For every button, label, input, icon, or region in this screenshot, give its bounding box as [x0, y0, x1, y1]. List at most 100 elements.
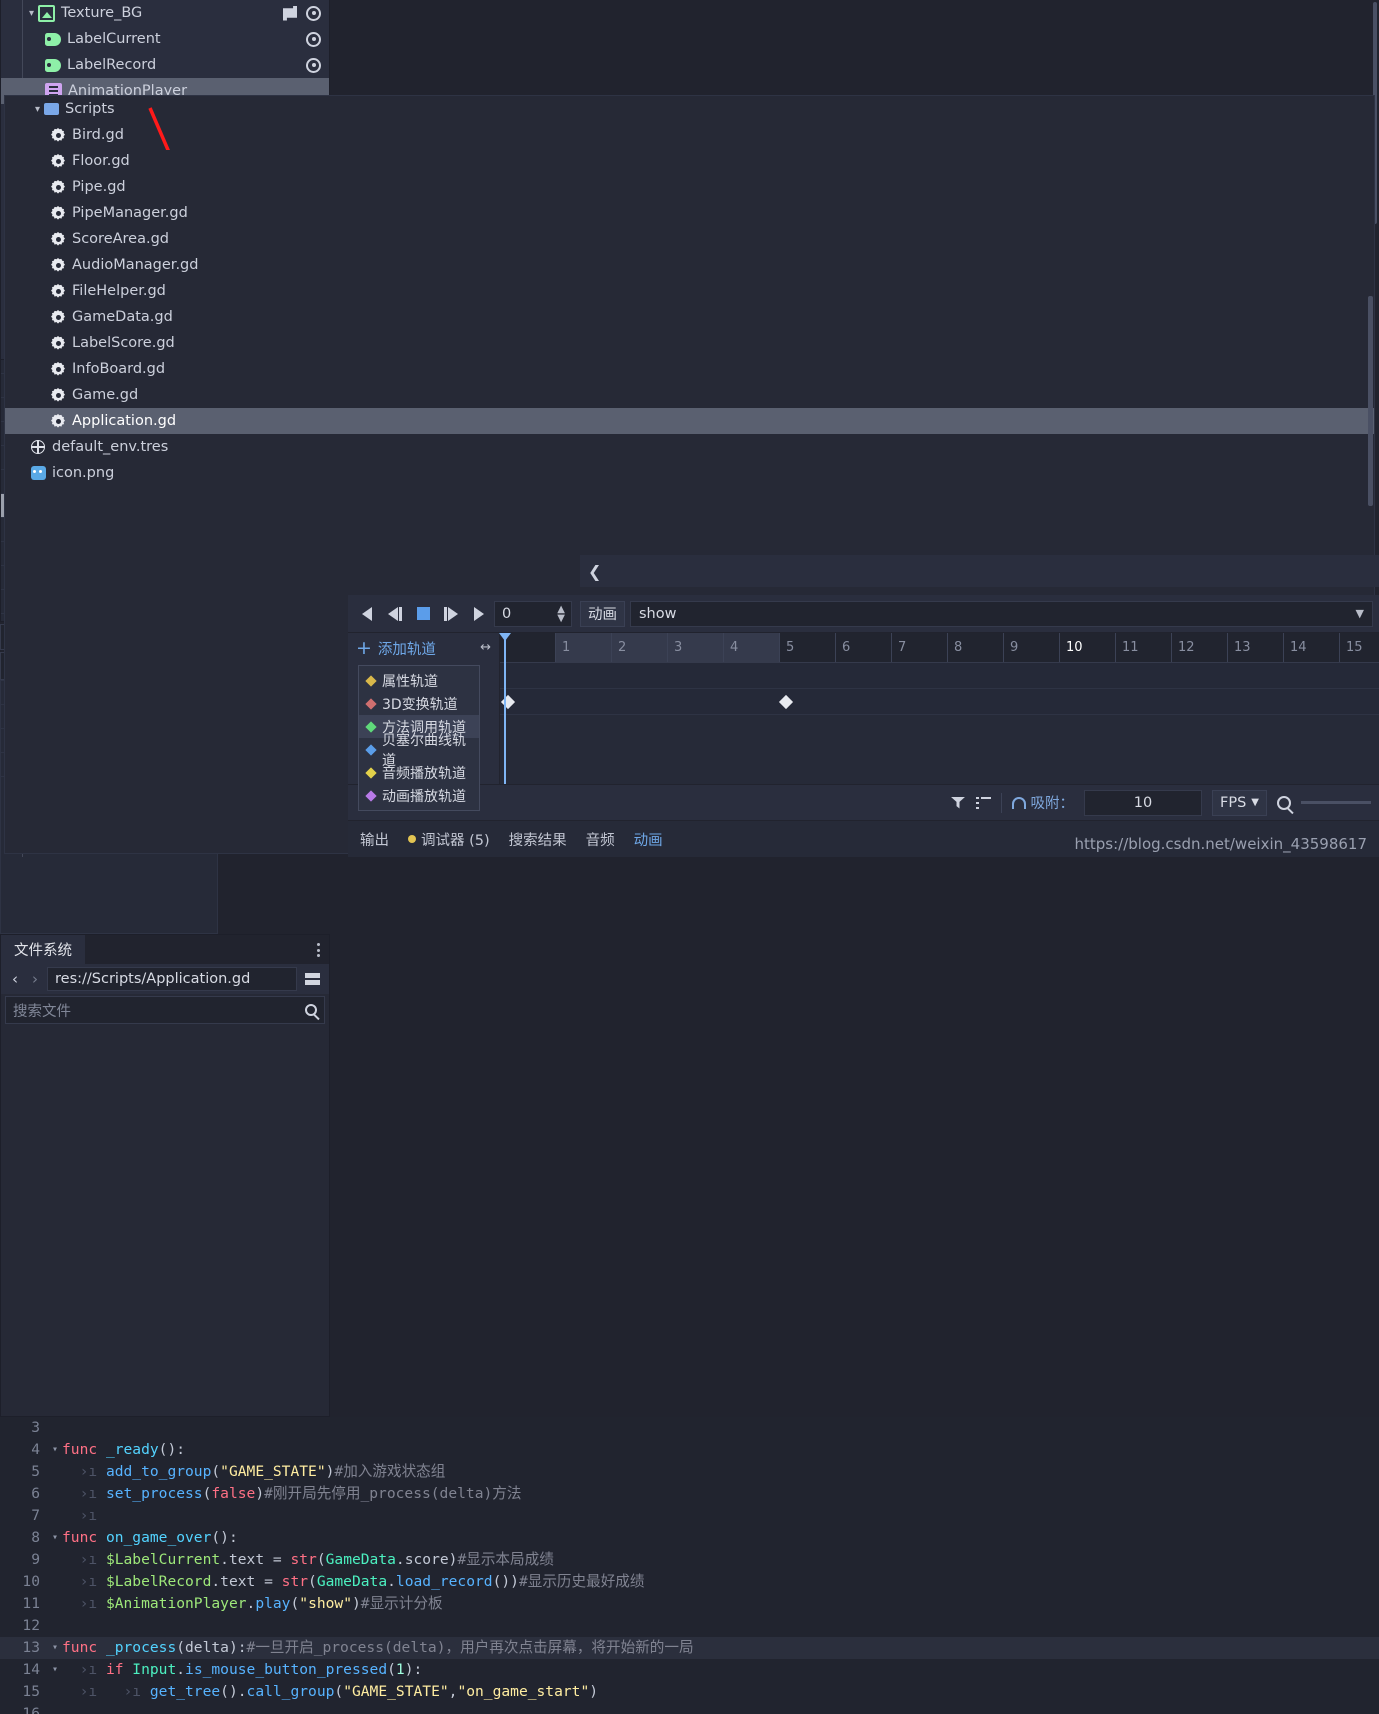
- track-type-item[interactable]: 属性轨道: [359, 669, 479, 692]
- code-line[interactable]: 9 ›ı $LabelCurrent.text = str(GameData.s…: [0, 1549, 1379, 1571]
- timeline-tick[interactable]: 12: [1172, 633, 1228, 662]
- stop-icon[interactable]: [410, 601, 436, 627]
- filesystem-row[interactable]: Pipe.gd: [5, 174, 1374, 200]
- filesystem-row[interactable]: icon.png: [5, 460, 1374, 486]
- timeline-tick[interactable]: 15: [1340, 633, 1379, 662]
- snap-value-field[interactable]: 10: [1084, 789, 1202, 816]
- filesystem-path-value[interactable]: res://Scripts/Application.gd: [47, 967, 297, 991]
- zoom-slider[interactable]: [1301, 801, 1371, 804]
- scene-tree-row[interactable]: ▾ Texture_BG: [1, 0, 329, 26]
- timeline-tick[interactable]: 10: [1060, 633, 1116, 662]
- filesystem-row[interactable]: Game.gd: [5, 382, 1374, 408]
- bottom-tab[interactable]: 音频: [586, 829, 615, 850]
- filesystem-row[interactable]: Bird.gd: [5, 122, 1374, 148]
- code-line[interactable]: 13 ▾ func _process(delta):#一旦开启_process(de…: [0, 1637, 1379, 1659]
- keyframe[interactable]: [778, 694, 794, 710]
- track-row[interactable]: [500, 689, 1379, 715]
- visibility-eye-icon[interactable]: [306, 5, 321, 21]
- spin-arrows-icon[interactable]: ▲ ▼: [557, 604, 565, 623]
- timeline-tick[interactable]: 9: [1004, 633, 1060, 662]
- filesystem-row[interactable]: Application.gd: [5, 408, 1374, 434]
- code-line[interactable]: 8 ▾ func on_game_over():: [0, 1527, 1379, 1549]
- track-type-popup-menu[interactable]: 属性轨道 3D变换轨道 方法调用轨道 贝塞尔曲线轨道 音频播放轨道 动画播放轨道: [358, 665, 480, 811]
- bottom-tab[interactable]: 输出: [360, 829, 389, 850]
- tab-filesystem[interactable]: 文件系统: [1, 935, 85, 964]
- back-arrow-icon[interactable]: ‹: [7, 970, 23, 988]
- snap-label[interactable]: 吸附：: [1011, 792, 1074, 813]
- code-editor[interactable]: 3 4 ▾ func _ready(): 5 ›ı add_to_group("GAME…: [0, 1417, 1379, 1714]
- track-list-icon[interactable]: [975, 796, 991, 809]
- filter-icon[interactable]: [950, 796, 966, 809]
- timeline-tick[interactable]: 5: [780, 633, 836, 662]
- bottom-tab[interactable]: 调试器 (5): [408, 829, 490, 850]
- visibility-eye-icon[interactable]: [306, 31, 321, 47]
- fold-chevron-icon[interactable]: ▾: [48, 1527, 62, 1549]
- script-icon[interactable]: [283, 5, 297, 21]
- filesystem-row[interactable]: default_env.tres: [5, 434, 1374, 460]
- code-line[interactable]: 14 ▾ ›ı if Input.is_mouse_button_pressed(…: [0, 1659, 1379, 1681]
- timeline-tick[interactable]: 7: [892, 633, 948, 662]
- code-line[interactable]: 15 ›ı ›ı get_tree().call_group("GAME_STA…: [0, 1681, 1379, 1703]
- code-line[interactable]: 16: [0, 1703, 1379, 1714]
- timeline-tick[interactable]: 4: [724, 633, 780, 662]
- timeline-tick[interactable]: [500, 633, 556, 662]
- filesystem-row[interactable]: LabelScore.gd: [5, 330, 1374, 356]
- forward-arrow-icon[interactable]: ›: [27, 970, 43, 988]
- play-backwards-icon[interactable]: [354, 601, 380, 627]
- filesystem-row[interactable]: Floor.gd: [5, 148, 1374, 174]
- filesystem-row[interactable]: ▾ Scripts: [5, 96, 1374, 122]
- code-line[interactable]: 6 ›ı set_process(false)#刚开局先停用_process(d…: [0, 1483, 1379, 1505]
- code-line[interactable]: 5 ›ı add_to_group("GAME_STATE")#加入游戏状态组: [0, 1461, 1379, 1483]
- visibility-eye-icon[interactable]: [306, 57, 321, 73]
- kebab-menu-icon[interactable]: [317, 943, 320, 957]
- filesystem-row[interactable]: FileHelper.gd: [5, 278, 1374, 304]
- bottom-tab[interactable]: 搜索结果: [509, 829, 567, 850]
- split-mode-icon[interactable]: [301, 967, 323, 991]
- track-type-item[interactable]: 动画播放轨道: [359, 784, 479, 807]
- scene-tree-row[interactable]: LabelCurrent: [1, 26, 329, 52]
- frame-spinbox[interactable]: 0 ▲ ▼: [494, 600, 572, 627]
- timeline-ruler[interactable]: 1 2 3 4 5 6 7 8 9 10 11 12 13 14 15: [500, 633, 1379, 663]
- code-line[interactable]: 7 ›ı: [0, 1505, 1379, 1527]
- timeline-tick[interactable]: 1: [556, 633, 612, 662]
- chevron-left-icon[interactable]: ❮: [588, 562, 601, 581]
- track-row[interactable]: [500, 663, 1379, 689]
- next-frame-icon[interactable]: [438, 601, 464, 627]
- horizontal-resize-icon[interactable]: ↔: [480, 640, 491, 655]
- animation-selector[interactable]: show ▼: [630, 600, 1373, 627]
- zoom-icon[interactable]: [1277, 795, 1291, 810]
- timeline-tick[interactable]: 14: [1284, 633, 1340, 662]
- code-line[interactable]: 10 ›ı $LabelRecord.text = str(GameData.l…: [0, 1571, 1379, 1593]
- timeline-playhead[interactable]: [504, 633, 506, 784]
- timeline-tick[interactable]: 3: [668, 633, 724, 662]
- code-line[interactable]: 3: [0, 1417, 1379, 1439]
- chevron-down-icon[interactable]: ▾: [25, 8, 38, 19]
- filesystem-scrollbar[interactable]: [1368, 296, 1373, 506]
- filesystem-row[interactable]: GameData.gd: [5, 304, 1374, 330]
- animation-timeline[interactable]: 1 2 3 4 5 6 7 8 9 10 11 12 13 14 15: [500, 633, 1379, 784]
- fold-chevron-icon[interactable]: ▾: [48, 1637, 62, 1659]
- track-type-item[interactable]: 音频播放轨道: [359, 761, 479, 784]
- track-type-item[interactable]: 3D变换轨道: [359, 692, 479, 715]
- fold-chevron-icon[interactable]: ▾: [48, 1659, 62, 1681]
- scene-tree-row[interactable]: LabelRecord: [1, 52, 329, 78]
- code-line[interactable]: 4 ▾ func _ready():: [0, 1439, 1379, 1461]
- filesystem-row[interactable]: AudioManager.gd: [5, 252, 1374, 278]
- timeline-tick[interactable]: 2: [612, 633, 668, 662]
- timeline-tick[interactable]: 11: [1116, 633, 1172, 662]
- timeline-tick[interactable]: 8: [948, 633, 1004, 662]
- bottom-tab[interactable]: 动画: [634, 829, 663, 850]
- previous-frame-icon[interactable]: [382, 601, 408, 627]
- code-line[interactable]: 12: [0, 1615, 1379, 1637]
- filesystem-row[interactable]: ScoreArea.gd: [5, 226, 1374, 252]
- filesystem-row[interactable]: InfoBoard.gd: [5, 356, 1374, 382]
- fps-dropdown[interactable]: FPS ▼: [1212, 789, 1267, 816]
- add-track-button[interactable]: + 添加轨道 ↔: [348, 633, 499, 663]
- timeline-tick[interactable]: 13: [1228, 633, 1284, 662]
- fold-chevron-icon[interactable]: ▾: [48, 1439, 62, 1461]
- chevron-down-icon[interactable]: ▾: [31, 104, 44, 115]
- play-icon[interactable]: [466, 601, 492, 627]
- track-type-item[interactable]: 贝塞尔曲线轨道: [359, 733, 479, 769]
- filesystem-row[interactable]: PipeManager.gd: [5, 200, 1374, 226]
- filesystem-search-input[interactable]: 搜索文件: [5, 996, 325, 1024]
